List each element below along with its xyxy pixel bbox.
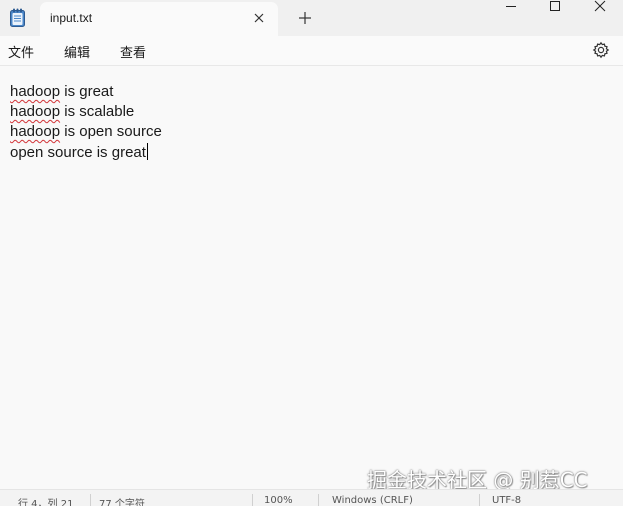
tab-title: input.txt bbox=[50, 11, 93, 25]
menu-view[interactable]: 查看 bbox=[120, 42, 146, 61]
zoom-level[interactable]: 100% bbox=[264, 495, 293, 506]
text-editor[interactable]: hadoop is great hadoop is scalable hadoo… bbox=[0, 67, 623, 489]
plus-icon[interactable] bbox=[294, 7, 316, 29]
line-text: open source is great bbox=[10, 144, 146, 161]
divider bbox=[479, 494, 480, 506]
line-text: is open source bbox=[60, 123, 162, 140]
title-bar: input.txt bbox=[0, 0, 623, 36]
divider bbox=[90, 494, 91, 506]
menu-edit[interactable]: 编辑 bbox=[64, 42, 90, 61]
char-count: 77 个字符 bbox=[99, 499, 145, 506]
divider bbox=[252, 494, 253, 506]
cursor-position: 行 4，列 21 bbox=[18, 499, 74, 506]
line-text: is scalable bbox=[60, 103, 135, 120]
minimize-button[interactable] bbox=[488, 0, 534, 14]
text-caret bbox=[146, 143, 148, 160]
notepad-icon bbox=[10, 8, 25, 27]
gear-icon[interactable] bbox=[592, 41, 610, 59]
close-window-button[interactable] bbox=[577, 0, 623, 14]
text-line: hadoop is great bbox=[10, 83, 113, 101]
line-ending[interactable]: Windows (CRLF) bbox=[332, 495, 413, 506]
close-icon[interactable] bbox=[248, 7, 270, 29]
text-line: hadoop is scalable bbox=[10, 103, 134, 121]
text-line: hadoop is open source bbox=[10, 123, 162, 141]
spellcheck-word: hadoop bbox=[10, 103, 61, 120]
text-line: open source is great bbox=[10, 143, 148, 162]
encoding[interactable]: UTF-8 bbox=[492, 495, 521, 506]
maximize-button[interactable] bbox=[532, 0, 578, 14]
divider bbox=[318, 494, 319, 506]
menu-file[interactable]: 文件 bbox=[8, 42, 34, 61]
spellcheck-word: hadoop bbox=[10, 123, 61, 140]
tab-input-txt[interactable]: input.txt bbox=[40, 2, 278, 36]
status-bar: 行 4，列 21 77 个字符 100% Windows (CRLF) UTF-… bbox=[0, 489, 623, 506]
menu-bar: 文件 编辑 查看 bbox=[0, 36, 623, 66]
spellcheck-word: hadoop bbox=[10, 83, 61, 100]
line-text: is great bbox=[60, 83, 114, 100]
